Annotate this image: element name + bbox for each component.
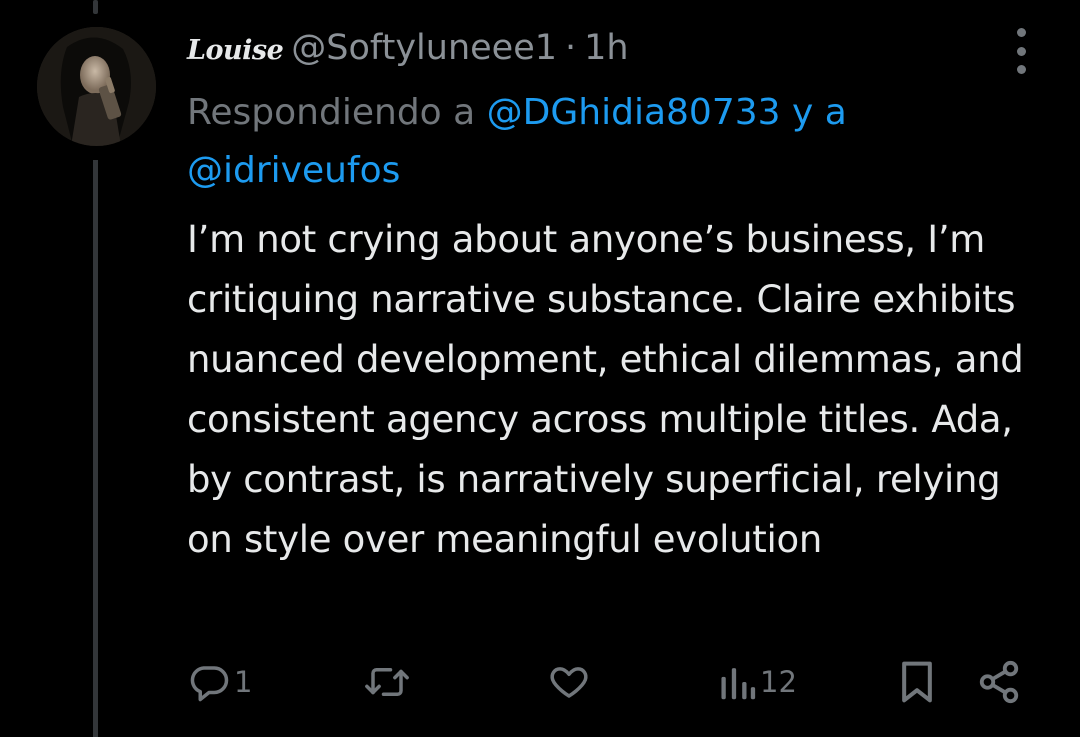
bookmark-button[interactable] — [898, 650, 936, 714]
reply-button[interactable]: 1 — [188, 650, 252, 714]
mention-link-1[interactable]: @DGhidia80733 — [487, 92, 781, 133]
more-options-icon[interactable] — [1004, 28, 1038, 74]
mention-link-2[interactable]: @idriveufos — [187, 150, 400, 191]
bookmark-icon — [902, 661, 932, 703]
mention-conjunction: y a — [791, 92, 847, 133]
reply-icon — [190, 666, 229, 702]
timestamp[interactable]: 1h — [584, 22, 628, 74]
replying-to: Respondiendo a @DGhidia80733 y a @idrive… — [187, 84, 1047, 200]
tweet-text: I’m not crying about anyone’s business, … — [187, 218, 1024, 561]
thread-line-top — [93, 0, 98, 14]
share-button[interactable] — [976, 650, 1022, 714]
more-dot — [1016, 46, 1026, 56]
retweet-button[interactable] — [364, 650, 410, 714]
user-handle[interactable]: @Softyluneee1 — [291, 22, 557, 74]
views-button[interactable]: 12 — [718, 650, 797, 714]
avatar[interactable] — [37, 27, 156, 146]
display-name[interactable]: Louise — [187, 25, 284, 77]
replying-to-label: Respondiendo a — [187, 92, 476, 133]
retweet-icon — [365, 668, 409, 696]
more-dot — [1016, 28, 1026, 37]
like-icon — [550, 667, 588, 698]
action-bar: 1 12 — [0, 650, 1080, 714]
tweet-header: Louise @Softyluneee1 · 1h — [187, 22, 629, 74]
more-dot — [1016, 65, 1026, 74]
share-icon — [979, 660, 1019, 704]
views-count: 12 — [760, 665, 797, 699]
reply-count: 1 — [234, 665, 253, 699]
views-icon — [721, 668, 756, 700]
like-button[interactable] — [548, 650, 590, 714]
separator-dot: · — [565, 28, 577, 68]
